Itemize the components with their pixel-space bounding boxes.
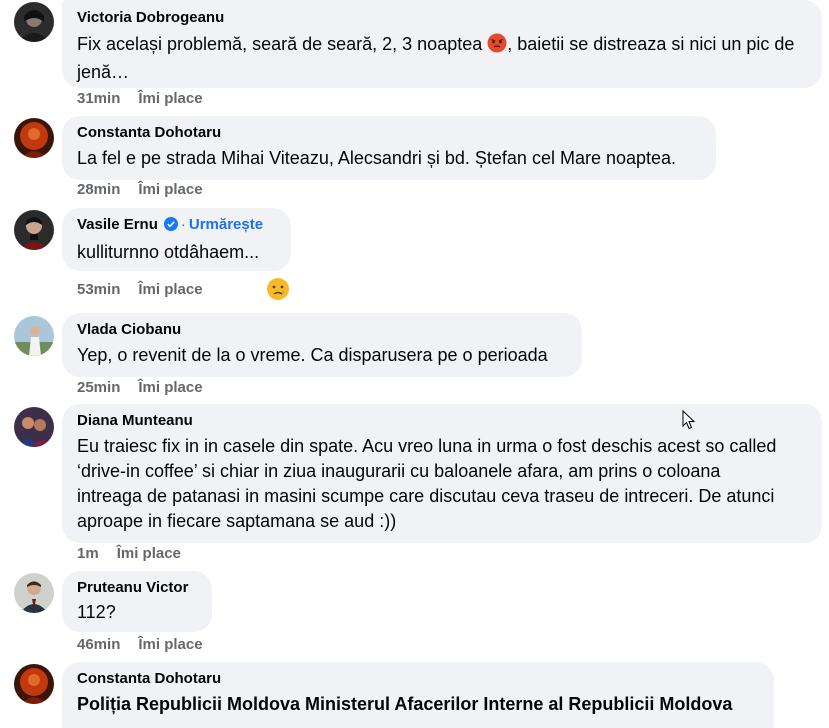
comment-time[interactable]: 46min (77, 636, 120, 653)
avatar[interactable] (14, 2, 54, 42)
like-button[interactable]: Îmi place (138, 636, 202, 653)
like-button[interactable]: Îmi place (138, 181, 202, 198)
angry-face-icon (487, 33, 507, 60)
comment-time[interactable]: 31min (77, 90, 120, 107)
comment-text-part: Fix același problemă, seară de seară, 2,… (77, 34, 488, 54)
comment-time[interactable]: 1m (77, 545, 99, 562)
comment-author-row: Vasile Ernu · Urmărește (77, 216, 276, 236)
comment-text-line: Eu traiesc fix in in casele din spate. A… (77, 436, 777, 456)
like-button[interactable]: Îmi place (117, 545, 181, 562)
comment-text: Eu traiesc fix in in casele din spate. A… (77, 434, 807, 534)
comment-meta: 31min Îmi place (77, 90, 203, 107)
sad-face-icon[interactable] (266, 277, 290, 306)
comment-text: kulliturnno otdâhaem... (77, 242, 260, 262)
comment-bubble: Constanta Dohotaru La fel e pe strada Mi… (62, 116, 716, 180)
comment-author[interactable]: Diana Munteanu (77, 412, 807, 430)
mouse-cursor-icon (682, 409, 696, 435)
like-button[interactable]: Îmi place (138, 379, 202, 396)
comment-author[interactable]: Vasile Ernu (77, 216, 158, 233)
comment-author[interactable]: Vlada Ciobanu (77, 321, 567, 339)
comment-text: Fix același problemă, seară de seară, 2,… (77, 32, 807, 85)
avatar[interactable] (14, 664, 54, 704)
comment-text-line: intreaga de patanasi in masini scumpe ca… (77, 486, 775, 506)
avatar[interactable] (14, 210, 54, 250)
comment-author[interactable]: Pruteanu Victor (77, 579, 197, 597)
like-button[interactable]: Îmi place (138, 281, 202, 298)
comment-meta: 28min Îmi place (77, 181, 203, 198)
comment-meta: 1m Îmi place (77, 545, 181, 562)
comment-meta: 25min Îmi place (77, 379, 203, 396)
avatar[interactable] (14, 407, 54, 447)
comment-time[interactable]: 25min (77, 379, 120, 396)
avatar[interactable] (14, 573, 54, 613)
comment-text: La fel e pe strada Mihai Viteazu, Alecsa… (77, 148, 677, 168)
comment-bubble: Diana Munteanu Eu traiesc fix in in case… (62, 404, 822, 543)
comment-bubble: Vlada Ciobanu Yep, o revenit de la o vre… (62, 313, 582, 377)
verified-badge-icon (163, 217, 178, 236)
comment-meta: 46min Îmi place (77, 636, 203, 653)
comment-bubble: Vasile Ernu · Urmărește kulliturnno otdâha… (62, 208, 291, 271)
comment-bubble: Pruteanu Victor 112? (62, 571, 212, 632)
avatar[interactable] (14, 118, 54, 158)
like-button[interactable]: Îmi place (138, 90, 202, 107)
comment-text-line: ‘drive-in coffee’ si chiar in ziua inaug… (77, 461, 721, 481)
comment-bubble: Constanta Dohotaru Poliția Republicii Mo… (62, 662, 774, 728)
avatar[interactable] (14, 316, 54, 356)
comment-author[interactable]: Constanta Dohotaru (77, 124, 701, 142)
comment-author[interactable]: Victoria Dobrogeanu (77, 9, 807, 27)
comment-bubble: Victoria Dobrogeanu Fix același problemă… (62, 0, 822, 88)
follow-button[interactable]: Urmărește (189, 216, 263, 233)
comment-time[interactable]: 53min (77, 281, 120, 298)
comment-text-line: aproape in fiecare saptamana se aud :)) (77, 511, 397, 531)
comment-time[interactable]: 28min (77, 181, 120, 198)
comment-text: 112? (77, 602, 116, 622)
comment-meta: 53min Îmi place (77, 281, 203, 298)
tagged-pages-link[interactable]: Poliția Republicii Moldova Ministerul Af… (77, 692, 759, 717)
comment-text: Yep, o revenit de la o vreme. Ca disparu… (77, 345, 548, 365)
separator-dot: · (180, 216, 186, 233)
comment-author[interactable]: Constanta Dohotaru (77, 670, 759, 688)
